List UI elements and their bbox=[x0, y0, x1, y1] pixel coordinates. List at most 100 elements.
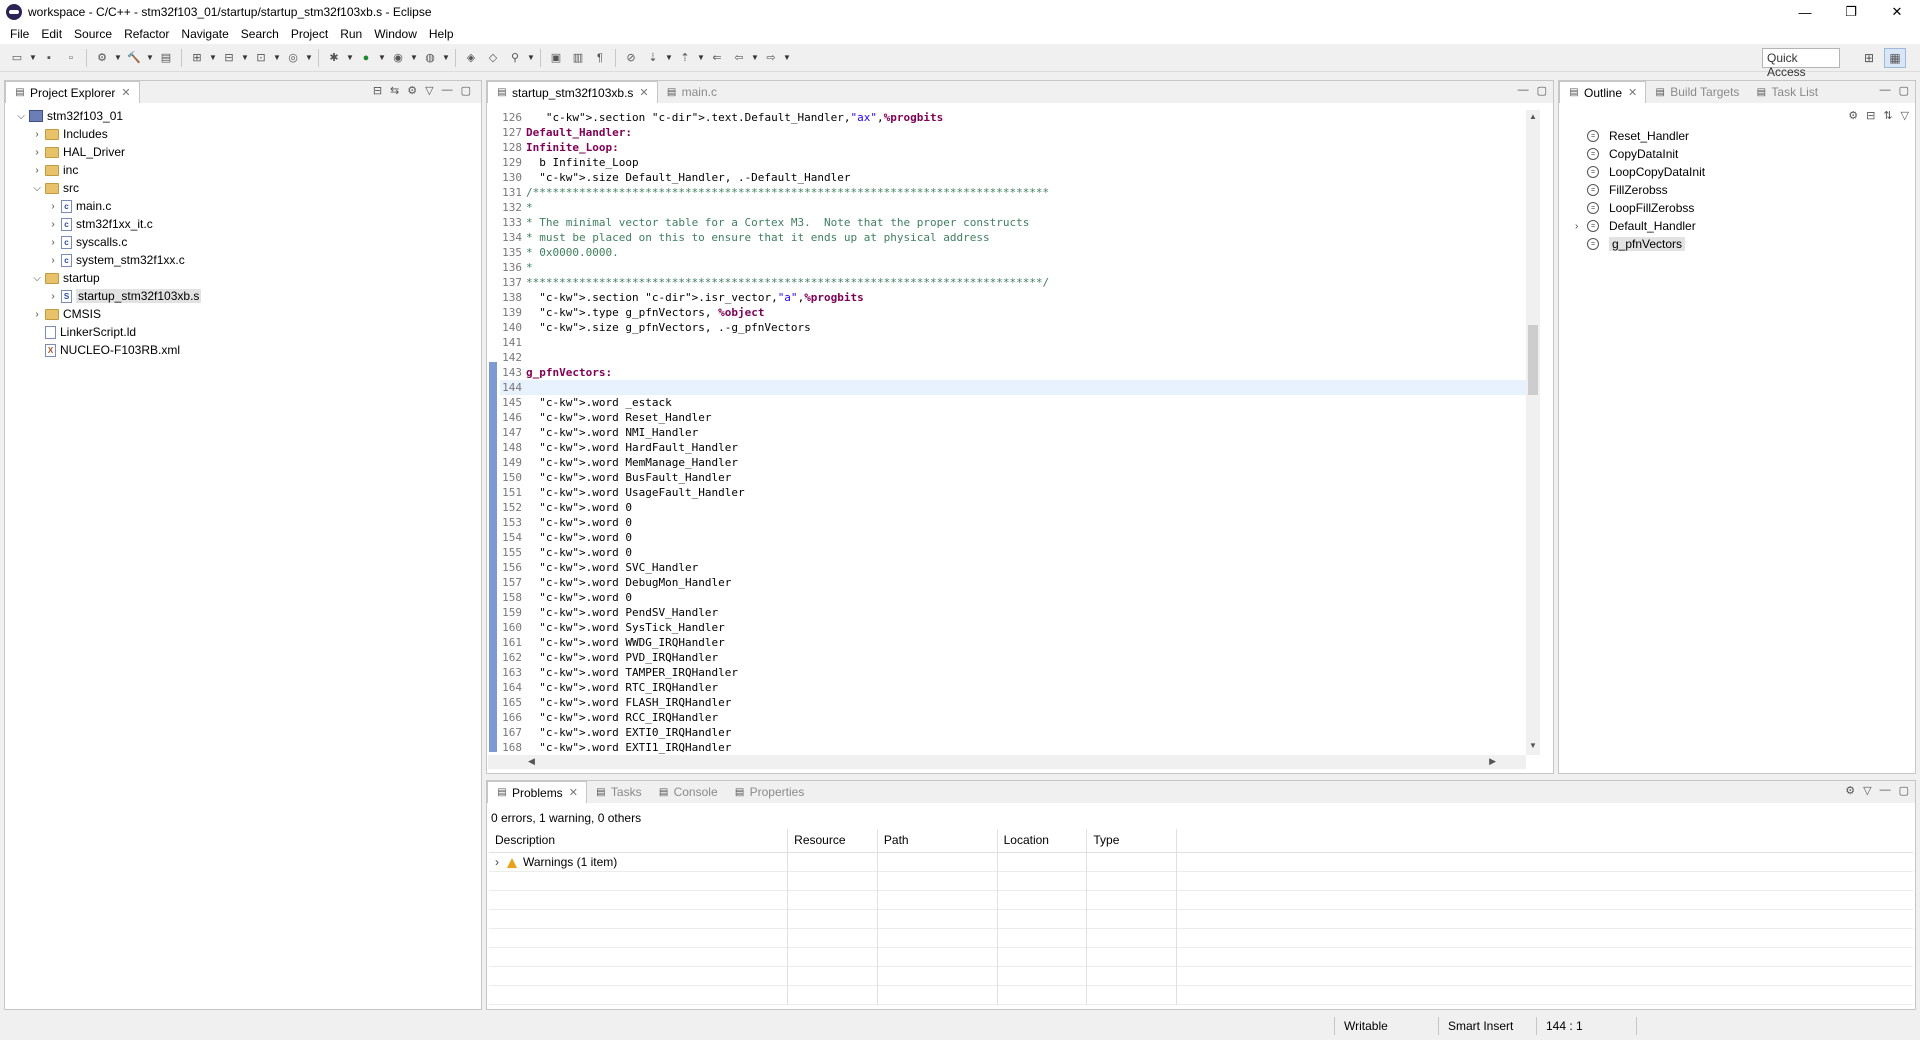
code-line[interactable]: 149 "c-kw">.word MemManage_Handler bbox=[500, 455, 1526, 470]
coverage-icon[interactable]: ◉ bbox=[387, 47, 409, 69]
code-line[interactable]: 151 "c-kw">.word UsageFault_Handler bbox=[500, 485, 1526, 500]
tree-item[interactable]: › Includes bbox=[9, 125, 477, 143]
code-line[interactable]: 130 "c-kw">.size Default_Handler, .-Defa… bbox=[500, 170, 1526, 185]
cpp-perspective-icon[interactable]: ▦ bbox=[1884, 48, 1906, 68]
chevron-right-icon[interactable]: › bbox=[47, 255, 59, 266]
external-tools-icon[interactable]: ◍ bbox=[419, 47, 441, 69]
run-dropdown-icon[interactable]: ▼ bbox=[377, 47, 387, 69]
back-icon[interactable]: ⇦ bbox=[728, 47, 750, 69]
tree-item[interactable]: › CMSIS bbox=[9, 305, 477, 323]
code-line[interactable]: 157 "c-kw">.word DebugMon_Handler bbox=[500, 575, 1526, 590]
tree-item[interactable]: › inc bbox=[9, 161, 477, 179]
editor-vertical-scrollbar[interactable]: ▲ ▼ bbox=[1526, 110, 1540, 755]
tree-item[interactable]: › c syscalls.c bbox=[9, 233, 477, 251]
menu-search[interactable]: Search bbox=[235, 27, 285, 41]
next-annotation-icon[interactable]: ⇣ bbox=[642, 47, 664, 69]
outline-item[interactable]: = FillZerobss bbox=[1575, 181, 1705, 199]
view-menu-icon[interactable]: ▽ bbox=[425, 84, 433, 97]
code-line[interactable]: 137 *************************************… bbox=[500, 275, 1526, 290]
code-line[interactable]: 143 g_pfnVectors: bbox=[500, 365, 1526, 380]
menu-source[interactable]: Source bbox=[68, 27, 118, 41]
scroll-up-icon[interactable]: ▲ bbox=[1528, 112, 1538, 124]
filter-icon[interactable]: ⚙ bbox=[407, 84, 417, 97]
code-line[interactable]: 134 * must be placed on this to ensure th… bbox=[500, 230, 1526, 245]
code-line[interactable]: 163 "c-kw">.word TAMPER_IRQHandler bbox=[500, 665, 1526, 680]
coverage-dropdown-icon[interactable]: ▼ bbox=[409, 47, 419, 69]
tab-properties[interactable]: ▤ Properties bbox=[726, 781, 813, 803]
code-line[interactable]: 144 bbox=[500, 380, 1526, 395]
new-class-icon[interactable]: ◎ bbox=[282, 47, 304, 69]
code-line[interactable]: 131 /************************************… bbox=[500, 185, 1526, 200]
chevron-down-icon[interactable]: ⌵ bbox=[31, 183, 43, 194]
show-whitespace-icon[interactable]: ¶ bbox=[589, 47, 611, 69]
tree-item[interactable]: › c system_stm32f1xx.c bbox=[9, 251, 477, 269]
tree-item[interactable]: › c main.c bbox=[9, 197, 477, 215]
code-line[interactable]: 158 "c-kw">.word 0 bbox=[500, 590, 1526, 605]
open-element-icon[interactable]: ◇ bbox=[482, 47, 504, 69]
menu-help[interactable]: Help bbox=[423, 27, 460, 41]
minimize-view-icon[interactable]: — bbox=[1880, 784, 1891, 797]
toggle-mark-icon[interactable]: ▣ bbox=[545, 47, 567, 69]
filter-icon[interactable]: ⚙ bbox=[1845, 784, 1855, 797]
view-menu-icon[interactable]: ▽ bbox=[1901, 109, 1909, 122]
view-menu-icon[interactable]: ▽ bbox=[1863, 784, 1871, 797]
last-edit-icon[interactable]: ⇐ bbox=[706, 47, 728, 69]
forward-icon[interactable]: ⇨ bbox=[760, 47, 782, 69]
code-line[interactable]: 139 "c-kw">.type g_pfnVectors, %object bbox=[500, 305, 1526, 320]
new-folder-dropdown-icon[interactable]: ▼ bbox=[240, 47, 250, 69]
code-line[interactable]: 138 "c-kw">.section "c-dir">.isr_vector,… bbox=[500, 290, 1526, 305]
save-icon[interactable]: ▪ bbox=[38, 47, 60, 69]
column-header-location[interactable]: Location bbox=[998, 829, 1088, 852]
maximize-view-icon[interactable]: ▢ bbox=[1537, 84, 1547, 97]
tab-build-targets[interactable]: ▤ Build Targets bbox=[1646, 81, 1747, 103]
build-config-icon[interactable]: ⚙ bbox=[91, 47, 113, 69]
code-line[interactable]: 136 * bbox=[500, 260, 1526, 275]
skip-breakpoints-icon[interactable]: ⊘ bbox=[620, 47, 642, 69]
close-window-button[interactable]: ✕ bbox=[1874, 0, 1920, 24]
code-line[interactable]: 147 "c-kw">.word NMI_Handler bbox=[500, 425, 1526, 440]
maximize-view-icon[interactable]: ▢ bbox=[1899, 784, 1909, 797]
minimize-view-icon[interactable]: — bbox=[442, 84, 453, 97]
code-line[interactable]: 135 * 0x0000.0000. bbox=[500, 245, 1526, 260]
chevron-right-icon[interactable]: › bbox=[47, 201, 59, 212]
tree-item[interactable]: › HAL_Driver bbox=[9, 143, 477, 161]
chevron-right-icon[interactable]: › bbox=[31, 165, 43, 176]
tree-item[interactable]: X NUCLEO-F103RB.xml bbox=[9, 341, 477, 359]
tree-item[interactable]: ⌵ stm32f103_01 bbox=[9, 107, 477, 125]
code-line[interactable]: 154 "c-kw">.word 0 bbox=[500, 530, 1526, 545]
code-line[interactable]: 150 "c-kw">.word BusFault_Handler bbox=[500, 470, 1526, 485]
code-line[interactable]: 141 bbox=[500, 335, 1526, 350]
table-row[interactable]: › Warnings (1 item) bbox=[489, 853, 1913, 872]
code-line[interactable]: 160 "c-kw">.word SysTick_Handler bbox=[500, 620, 1526, 635]
code-line[interactable]: 126 "c-kw">.section "c-dir">.text.Defaul… bbox=[500, 110, 1526, 125]
code-line[interactable]: 159 "c-kw">.word PendSV_Handler bbox=[500, 605, 1526, 620]
close-icon[interactable]: ✕ bbox=[1628, 86, 1637, 99]
code-line[interactable]: 153 "c-kw">.word 0 bbox=[500, 515, 1526, 530]
save-all-icon[interactable]: ▫ bbox=[60, 47, 82, 69]
chevron-right-icon[interactable]: › bbox=[47, 291, 59, 302]
code-line[interactable]: 129 b Infinite_Loop bbox=[500, 155, 1526, 170]
tab-task-list[interactable]: ▤ Task List bbox=[1747, 81, 1826, 103]
tree-item[interactable]: LinkerScript.ld bbox=[9, 323, 477, 341]
back-dropdown-icon[interactable]: ▼ bbox=[750, 47, 760, 69]
scroll-down-icon[interactable]: ▼ bbox=[1528, 741, 1538, 753]
tab-project-explorer[interactable]: ▤ Project Explorer ✕ bbox=[5, 81, 140, 103]
column-header-path[interactable]: Path bbox=[878, 829, 998, 852]
menu-file[interactable]: File bbox=[4, 27, 35, 41]
code-line[interactable]: 133 * The minimal vector table for a Cort… bbox=[500, 215, 1526, 230]
collapse-all-icon[interactable]: ⊟ bbox=[373, 84, 382, 97]
chevron-down-icon[interactable]: ⌵ bbox=[15, 111, 27, 122]
new-icon[interactable]: ▭ bbox=[6, 47, 28, 69]
tab-startup-stm32f103xb-s[interactable]: ▤ startup_stm32f103xb.s ✕ bbox=[487, 81, 658, 103]
new-folder-icon[interactable]: ⊟ bbox=[218, 47, 240, 69]
chevron-right-icon[interactable]: › bbox=[31, 309, 43, 320]
close-icon[interactable]: ✕ bbox=[639, 86, 648, 99]
sort-icon[interactable]: ⇅ bbox=[1883, 109, 1892, 122]
chevron-right-icon[interactable]: › bbox=[495, 855, 499, 869]
chevron-right-icon[interactable]: › bbox=[47, 219, 59, 230]
tab-main-c[interactable]: ▤ main.c bbox=[658, 81, 725, 103]
minimize-view-icon[interactable]: — bbox=[1880, 84, 1891, 97]
link-with-editor-icon[interactable]: ⇆ bbox=[390, 84, 399, 97]
code-line[interactable]: 155 "c-kw">.word 0 bbox=[500, 545, 1526, 560]
menu-navigate[interactable]: Navigate bbox=[175, 27, 234, 41]
